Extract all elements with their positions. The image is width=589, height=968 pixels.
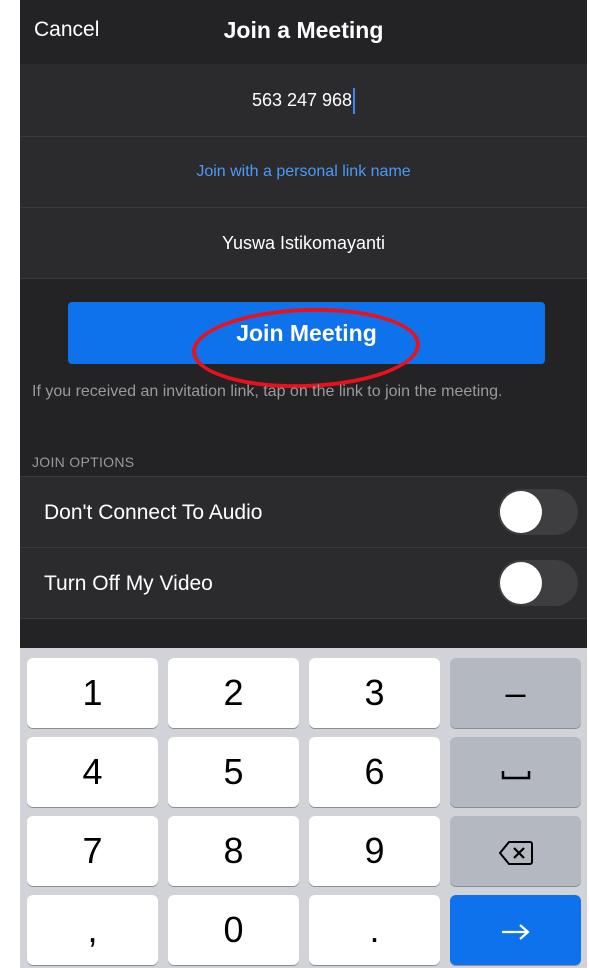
header-bar: Cancel Join a Meeting <box>20 0 587 64</box>
page-title: Join a Meeting <box>223 17 384 43</box>
toggle-knob <box>500 562 542 604</box>
option-label-video: Turn Off My Video <box>44 572 213 595</box>
backspace-icon <box>498 841 533 866</box>
join-options-header: JOIN OPTIONS <box>32 454 135 470</box>
key-7[interactable]: 7 <box>27 816 158 886</box>
key-minus[interactable]: – <box>450 658 581 728</box>
key-4[interactable]: 4 <box>27 737 158 807</box>
join-meeting-button[interactable]: Join Meeting <box>68 302 545 364</box>
key-backspace[interactable] <box>450 816 581 886</box>
key-period[interactable]: . <box>309 895 440 965</box>
invitation-hint: If you received an invitation link, tap … <box>32 383 503 400</box>
arrow-right-icon <box>501 924 530 941</box>
option-row-audio: Don't Connect To Audio <box>20 476 587 548</box>
turn-off-video-toggle[interactable] <box>498 560 578 606</box>
toggle-knob <box>500 491 542 533</box>
key-1[interactable]: 1 <box>27 658 158 728</box>
dont-connect-audio-toggle[interactable] <box>498 489 578 535</box>
meeting-id-input[interactable]: 563 247 968 <box>20 64 587 137</box>
option-label-audio: Don't Connect To Audio <box>44 501 263 524</box>
text-caret <box>353 88 356 115</box>
name-input[interactable]: Yuswa Istikomayanti <box>20 208 587 279</box>
space-bar-icon <box>501 771 530 780</box>
key-8[interactable]: 8 <box>168 816 299 886</box>
key-0[interactable]: 0 <box>168 895 299 965</box>
join-with-personal-link-button[interactable]: Join with a personal link name <box>20 137 587 208</box>
key-comma[interactable]: , <box>27 895 158 965</box>
name-value: Yuswa Istikomayanti <box>221 233 386 253</box>
key-space[interactable] <box>450 737 581 807</box>
key-5[interactable]: 5 <box>168 737 299 807</box>
key-9[interactable]: 9 <box>309 816 440 886</box>
personal-link-label: Join with a personal link name <box>196 163 411 180</box>
key-enter[interactable] <box>450 895 581 965</box>
option-row-video: Turn Off My Video <box>20 548 587 619</box>
meeting-id-value: 563 247 968 <box>251 90 353 110</box>
key-6[interactable]: 6 <box>309 737 440 807</box>
numeric-keyboard: 1 2 3 – 4 5 6 7 8 9 , 0 . <box>20 648 587 968</box>
key-3[interactable]: 3 <box>309 658 440 728</box>
key-2[interactable]: 2 <box>168 658 299 728</box>
join-meeting-screen: Cancel Join a Meeting 563 247 968 Join w… <box>20 0 587 968</box>
